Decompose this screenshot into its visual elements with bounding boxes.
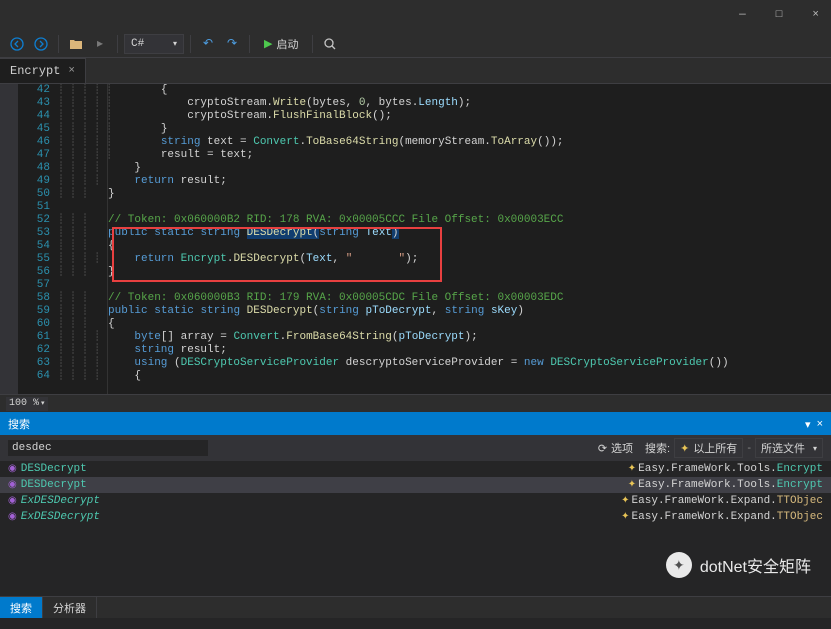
- pin-icon[interactable]: ▾: [805, 418, 811, 431]
- zoom-combo[interactable]: 100 % ▾: [6, 397, 48, 411]
- fold-outline-margin[interactable]: ┊ ┊ ┊ ┊ ┊ ┊ ┊ ┊ ┊ ┊ ┊ ┊ ┊ ┊ ┊ ┊ ┊ ┊ ┊ ┊ …: [58, 84, 108, 394]
- line-number-gutter: 4243444546474849505152535455565758596061…: [18, 84, 58, 394]
- search-result-row[interactable]: ◉DESDecrypt✦Easy.FrameWork.Tools.Encrypt: [0, 477, 831, 493]
- search-in-label: 搜索:: [645, 440, 670, 456]
- play-icon: ▶: [264, 37, 272, 50]
- close-button[interactable]: ×: [804, 7, 827, 23]
- editor-tabs: Encrypt ×: [0, 58, 831, 84]
- main-toolbar: ▸ C#▾ ↶ ↷ ▶启动: [0, 30, 831, 58]
- options-icon[interactable]: ⟳: [598, 442, 607, 455]
- code-area[interactable]: { cryptoStream.Write(bytes, 0, bytes.Len…: [108, 84, 831, 394]
- search-result-row[interactable]: ◉ExDESDecrypt✦Easy.FrameWork.Expand.TTOb…: [0, 509, 831, 525]
- open-list-button[interactable]: ▸: [89, 33, 111, 55]
- bottom-tabs: 搜索 分析器: [0, 596, 831, 618]
- separator: [117, 35, 118, 53]
- forward-button[interactable]: [30, 33, 52, 55]
- search-input[interactable]: [8, 440, 208, 456]
- run-button[interactable]: ▶启动: [256, 33, 306, 55]
- tab-encrypt[interactable]: Encrypt ×: [0, 58, 86, 83]
- search-bar: ⟳ 选项 搜索: ✦以上所有 - 所选文件▾: [0, 435, 831, 461]
- search-result-row[interactable]: ◉DESDecrypt✦Easy.FrameWork.Tools.Encrypt: [0, 461, 831, 477]
- breakpoint-margin[interactable]: [0, 84, 18, 394]
- close-panel-icon[interactable]: ×: [817, 418, 823, 431]
- tab-close-icon[interactable]: ×: [68, 65, 75, 77]
- watermark-text: dotNet安全矩阵: [700, 553, 811, 577]
- search-title-label: 搜索: [8, 416, 30, 432]
- separator: [249, 35, 250, 53]
- code-editor[interactable]: 4243444546474849505152535455565758596061…: [0, 84, 831, 394]
- back-button[interactable]: [6, 33, 28, 55]
- search-panel-title: 搜索 ▾ ×: [0, 413, 831, 435]
- footer-tab-search[interactable]: 搜索: [0, 597, 43, 618]
- search-files-combo[interactable]: 所选文件▾: [755, 438, 823, 458]
- wechat-icon: ✦: [666, 552, 692, 578]
- tab-label: Encrypt: [10, 64, 60, 78]
- window-titlebar: — □ ×: [0, 0, 831, 30]
- footer-tab-analyzer[interactable]: 分析器: [43, 597, 97, 618]
- redo-button[interactable]: ↷: [221, 33, 243, 55]
- editor-status-row: 100 % ▾: [0, 394, 831, 412]
- search-result-row[interactable]: ◉ExDESDecrypt✦Easy.FrameWork.Expand.TTOb…: [0, 493, 831, 509]
- search-button[interactable]: [319, 33, 341, 55]
- open-file-button[interactable]: [65, 33, 87, 55]
- watermark: ✦ dotNet安全矩阵: [666, 552, 811, 578]
- language-combo[interactable]: C#▾: [124, 34, 184, 54]
- options-label[interactable]: 选项: [611, 440, 633, 456]
- undo-button[interactable]: ↶: [197, 33, 219, 55]
- minimize-button[interactable]: —: [731, 7, 754, 23]
- search-scope-combo[interactable]: ✦以上所有: [674, 438, 743, 458]
- separator: [190, 35, 191, 53]
- separator: [58, 35, 59, 53]
- separator: [312, 35, 313, 53]
- maximize-button[interactable]: □: [768, 7, 791, 23]
